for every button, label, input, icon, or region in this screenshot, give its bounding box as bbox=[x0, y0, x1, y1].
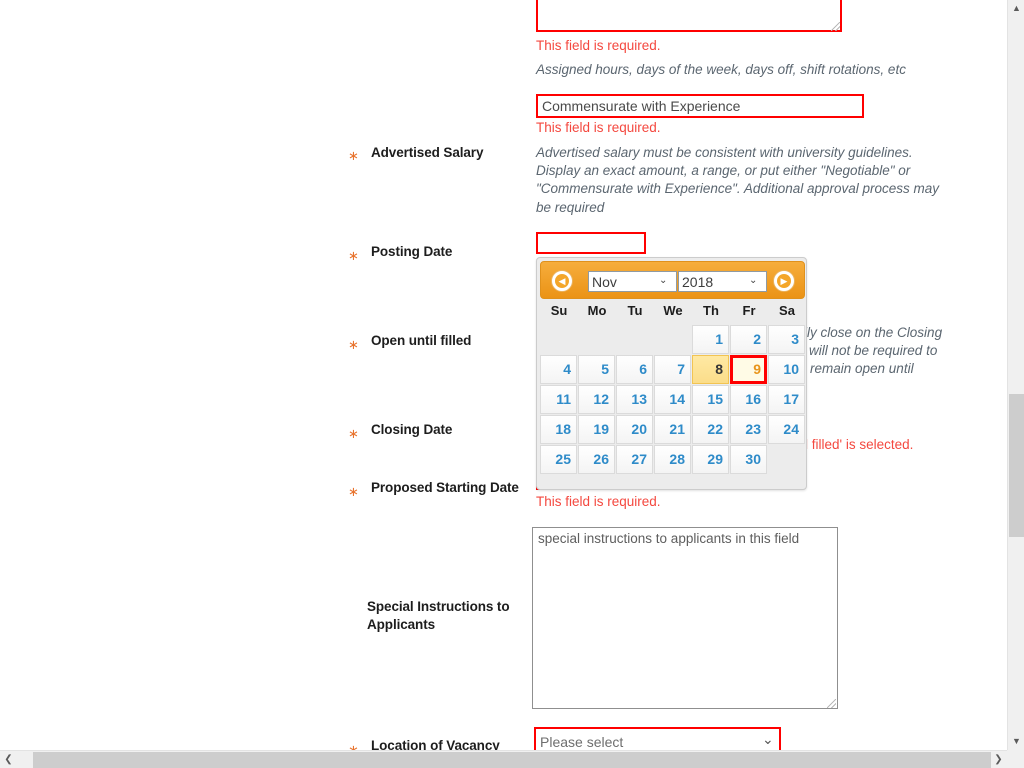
datepicker-day-12[interactable]: 12 bbox=[578, 385, 615, 414]
location-of-vacancy-select[interactable]: Please select bbox=[534, 727, 781, 750]
datepicker-day-19[interactable]: 19 bbox=[578, 415, 615, 444]
datepicker-day-headers: Su Mo Tu We Th Fr Sa bbox=[540, 303, 805, 325]
scroll-down-arrow-icon[interactable]: ▼ bbox=[1008, 733, 1024, 750]
posting-date-input[interactable] bbox=[536, 232, 646, 254]
scroll-up-arrow-icon[interactable]: ▲ bbox=[1008, 0, 1024, 17]
required-star-icon-location-of-vacancy: ∗ bbox=[348, 742, 359, 750]
datepicker-month-value: Nov bbox=[592, 274, 617, 290]
location-of-vacancy-selected-value: Please select bbox=[540, 734, 624, 750]
label-proposed-starting-date: Proposed Starting Date bbox=[371, 480, 519, 495]
datepicker-month-select[interactable]: Nov bbox=[588, 271, 677, 292]
datepicker-dayname-tu: Tu bbox=[627, 303, 643, 318]
datepicker-day-3[interactable]: 3 bbox=[768, 325, 805, 354]
open-until-filled-help-line-3: remain open until bbox=[810, 361, 914, 376]
datepicker-day-16[interactable]: 16 bbox=[730, 385, 767, 414]
datepicker-day-11[interactable]: 11 bbox=[540, 385, 577, 414]
datepicker-day-15[interactable]: 15 bbox=[692, 385, 729, 414]
proposed-starting-date-error: This field is required. bbox=[536, 494, 661, 509]
special-instructions-textarea[interactable] bbox=[532, 527, 838, 709]
form-viewport: This field is required. Assigned hours, … bbox=[0, 0, 1007, 750]
datepicker-day-13[interactable]: 13 bbox=[616, 385, 653, 414]
vertical-scrollbar-thumb[interactable] bbox=[1009, 394, 1024, 537]
required-star-icon-open-until-filled: ∗ bbox=[348, 337, 359, 352]
datepicker-day-30[interactable]: 30 bbox=[730, 445, 767, 474]
advertised-salary-input[interactable] bbox=[536, 94, 864, 118]
datepicker-popup[interactable]: ◀ ▶ Nov ⌄ 2018 ⌄ Su Mo Tu We Th Fr Sa 12345678… bbox=[536, 257, 807, 490]
required-star-icon-proposed-starting-date: ∗ bbox=[348, 484, 359, 499]
label-closing-date: Closing Date bbox=[371, 422, 453, 437]
datepicker-dayname-we: We bbox=[663, 303, 683, 318]
work-schedule-help: Assigned hours, days of the week, days o… bbox=[536, 62, 906, 77]
label-open-until-filled: Open until filled bbox=[371, 333, 472, 348]
required-star-icon-posting-date: ∗ bbox=[348, 248, 359, 263]
datepicker-next-month-button[interactable]: ▶ bbox=[773, 270, 795, 292]
datepicker-day-20[interactable]: 20 bbox=[616, 415, 653, 444]
scroll-left-arrow-icon[interactable]: ❮ bbox=[0, 751, 17, 768]
datepicker-day-22[interactable]: 22 bbox=[692, 415, 729, 444]
special-instructions-resize-grip[interactable] bbox=[827, 699, 836, 708]
datepicker-day-29[interactable]: 29 bbox=[692, 445, 729, 474]
datepicker-day-1[interactable]: 1 bbox=[692, 325, 729, 354]
chevron-left-icon: ◀ bbox=[558, 276, 566, 286]
open-until-filled-help-line-2: will not be required to bbox=[809, 343, 938, 358]
label-posting-date: Posting Date bbox=[371, 244, 453, 259]
datepicker-day-14[interactable]: 14 bbox=[654, 385, 691, 414]
browser-page: This field is required. Assigned hours, … bbox=[0, 0, 1024, 768]
datepicker-calendar-grid: Su Mo Tu We Th Fr Sa 1 2 3 4 5 6 7 8 9 10 11 12 13 14 15 16 17… bbox=[540, 303, 805, 488]
advertised-salary-help-line-3: "Commensurate with Experience". Addition… bbox=[536, 181, 940, 196]
datepicker-day-2[interactable]: 2 bbox=[730, 325, 767, 354]
datepicker-day-18[interactable]: 18 bbox=[540, 415, 577, 444]
datepicker-dayname-sa: Sa bbox=[779, 303, 795, 318]
datepicker-day-27[interactable]: 27 bbox=[616, 445, 653, 474]
datepicker-year-value: 2018 bbox=[682, 274, 714, 290]
open-until-filled-help-line-1: lly close on the Closing bbox=[804, 325, 943, 340]
datepicker-day-17[interactable]: 17 bbox=[768, 385, 805, 414]
datepicker-day-4[interactable]: 4 bbox=[540, 355, 577, 384]
horizontal-scrollbar[interactable]: ❮ ❯ bbox=[0, 750, 1024, 768]
datepicker-dayname-su: Su bbox=[550, 303, 568, 318]
datepicker-day-25[interactable]: 25 bbox=[540, 445, 577, 474]
datepicker-day-24[interactable]: 24 bbox=[768, 415, 805, 444]
datepicker-day-23[interactable]: 23 bbox=[730, 415, 767, 444]
datepicker-day-21[interactable]: 21 bbox=[654, 415, 691, 444]
datepicker-dayname-mo: Mo bbox=[587, 303, 607, 318]
datepicker-day-10[interactable]: 10 bbox=[768, 355, 805, 384]
datepicker-dayname-th: Th bbox=[703, 303, 719, 318]
closing-date-error-fragment: l filled' is selected. bbox=[805, 437, 914, 452]
horizontal-scrollbar-thumb[interactable] bbox=[33, 752, 991, 768]
label-advertised-salary: Advertised Salary bbox=[371, 145, 484, 160]
datepicker-day-5[interactable]: 5 bbox=[578, 355, 615, 384]
advertised-salary-help-line-4: be required bbox=[536, 200, 605, 215]
advertised-salary-error: This field is required. bbox=[536, 120, 661, 135]
datepicker-dayname-fr: Fr bbox=[742, 303, 756, 318]
datepicker-header: ◀ ▶ Nov ⌄ 2018 ⌄ bbox=[540, 261, 805, 299]
label-special-instructions-line-1: Special Instructions to bbox=[367, 599, 510, 614]
scrollbar-corner bbox=[1007, 750, 1024, 768]
datepicker-day-26[interactable]: 26 bbox=[578, 445, 615, 474]
required-star-icon-advertised-salary: ∗ bbox=[348, 148, 359, 163]
work-schedule-textarea[interactable] bbox=[536, 0, 842, 32]
datepicker-day-9[interactable]: 9 bbox=[730, 355, 767, 384]
scroll-right-arrow-icon[interactable]: ❯ bbox=[990, 751, 1007, 768]
required-star-icon-closing-date: ∗ bbox=[348, 426, 359, 441]
work-schedule-error: This field is required. bbox=[536, 38, 661, 53]
label-special-instructions-line-2: Applicants bbox=[367, 617, 436, 632]
label-location-of-vacancy: Location of Vacancy bbox=[371, 738, 500, 750]
vertical-scrollbar[interactable]: ▲ ▼ bbox=[1007, 0, 1024, 750]
advertised-salary-help-line-1: Advertised salary must be consistent wit… bbox=[536, 145, 913, 160]
datepicker-day-6[interactable]: 6 bbox=[616, 355, 653, 384]
datepicker-day-28[interactable]: 28 bbox=[654, 445, 691, 474]
textarea-resize-grip[interactable] bbox=[831, 22, 840, 31]
datepicker-day-7[interactable]: 7 bbox=[654, 355, 691, 384]
datepicker-year-select[interactable]: 2018 bbox=[678, 271, 767, 292]
chevron-right-icon: ▶ bbox=[780, 276, 788, 286]
datepicker-prev-month-button[interactable]: ◀ bbox=[551, 270, 573, 292]
advertised-salary-help-line-2: Display an exact amount, a range, or put… bbox=[536, 163, 911, 178]
datepicker-day-8[interactable]: 8 bbox=[692, 355, 729, 384]
